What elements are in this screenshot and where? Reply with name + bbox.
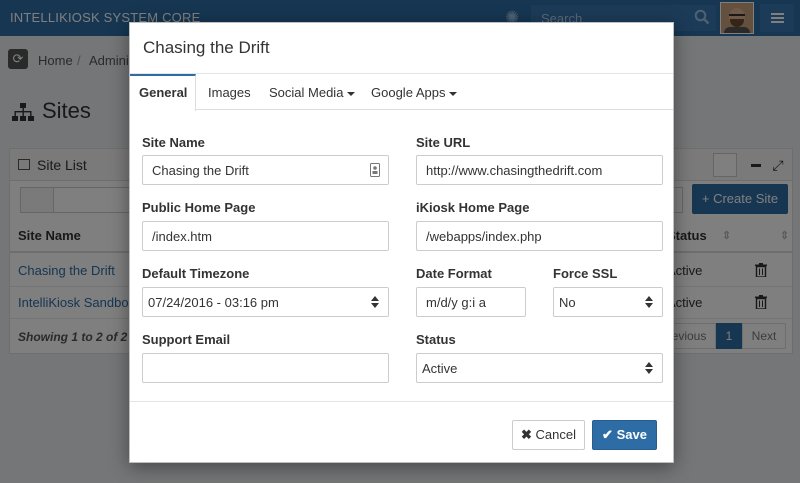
- force-ssl-select[interactable]: No: [553, 287, 663, 317]
- modal-title: Chasing the Drift: [143, 38, 270, 57]
- site-url-label: Site URL: [416, 135, 471, 150]
- tab-label: General: [139, 85, 188, 100]
- force-ssl-value: No: [559, 295, 576, 310]
- date-format-field[interactable]: m/d/y g:i a: [416, 287, 526, 317]
- support-email-field[interactable]: [142, 353, 389, 383]
- timezone-value: 07/24/2016 - 03:16 pm: [148, 295, 279, 310]
- tab-google-apps[interactable]: Google Apps: [371, 74, 458, 110]
- site-name-field[interactable]: Chasing the Drift: [142, 155, 389, 185]
- caret-down-icon: [449, 91, 458, 96]
- close-icon: ✖: [521, 427, 532, 442]
- cancel-label: Cancel: [535, 427, 576, 442]
- select-arrows-icon: [645, 362, 653, 374]
- status-label: Status: [416, 332, 456, 347]
- tab-social-media[interactable]: Social Media: [269, 74, 356, 110]
- tab-label: Images: [208, 85, 251, 100]
- site-name-value: Chasing the Drift: [152, 163, 249, 178]
- status-select[interactable]: Active: [416, 353, 663, 383]
- cancel-button[interactable]: ✖ Cancel: [512, 420, 585, 450]
- tab-label: Social Media: [269, 85, 344, 100]
- default-timezone-label: Default Timezone: [142, 266, 250, 281]
- tab-general[interactable]: General: [130, 74, 196, 111]
- modal-tabs: General Images Social Media Google Apps: [130, 74, 673, 111]
- check-icon: ✔: [602, 427, 613, 442]
- default-timezone-select[interactable]: 07/24/2016 - 03:16 pm: [142, 287, 389, 317]
- select-arrows-icon: [645, 296, 653, 308]
- tab-images[interactable]: Images: [208, 74, 251, 110]
- site-name-label: Site Name: [142, 135, 205, 150]
- ikiosk-home-page-label: iKiosk Home Page: [416, 200, 530, 215]
- public-home-page-label: Public Home Page: [142, 200, 256, 215]
- site-edit-modal: Chasing the Drift General Images Social …: [129, 22, 674, 463]
- status-value: Active: [422, 361, 458, 376]
- select-arrows-icon: [371, 296, 379, 308]
- caret-down-icon: [347, 91, 356, 96]
- save-button[interactable]: ✔ Save: [592, 420, 657, 450]
- public-home-page-field[interactable]: /index.htm: [142, 221, 389, 251]
- save-label: Save: [616, 427, 647, 442]
- date-format-label: Date Format: [416, 266, 492, 281]
- contact-card-icon: [370, 163, 380, 177]
- site-url-field[interactable]: http://www.chasingthedrift.com: [416, 155, 663, 185]
- support-email-label: Support Email: [142, 332, 231, 347]
- modal-footer: ✖ Cancel ✔ Save: [130, 401, 673, 463]
- force-ssl-label: Force SSL: [553, 266, 618, 281]
- ikiosk-home-page-field[interactable]: /webapps/index.php: [416, 221, 663, 251]
- modal-header: Chasing the Drift: [130, 23, 673, 74]
- tab-label: Google Apps: [371, 85, 446, 100]
